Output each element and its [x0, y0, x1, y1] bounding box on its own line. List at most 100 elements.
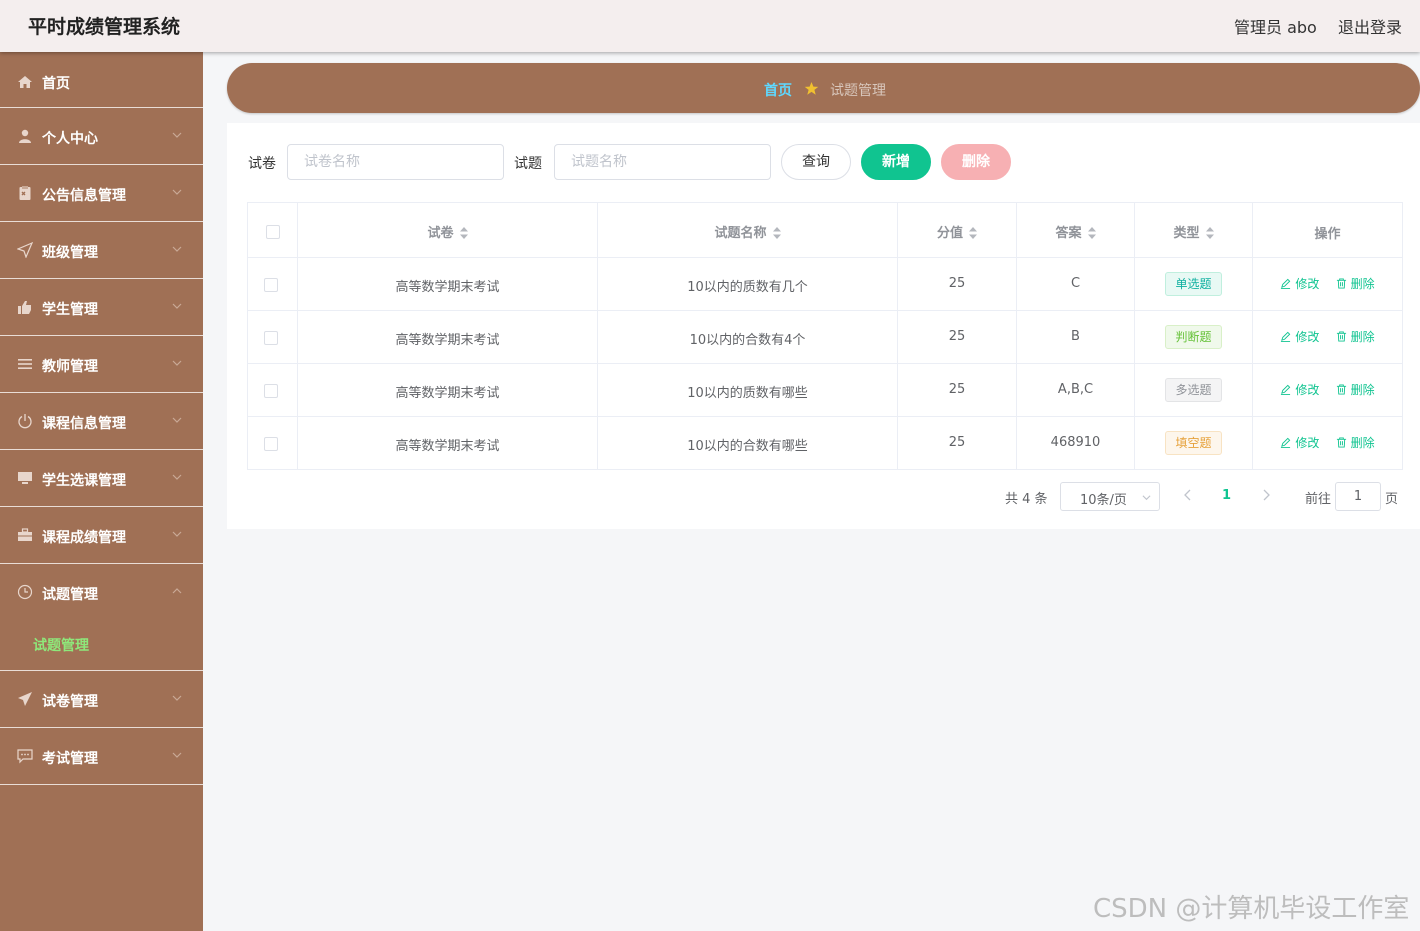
edit-button[interactable]: 修改 [1280, 381, 1319, 398]
clock-icon [17, 584, 33, 600]
cell-actions: 修改 删除 [1253, 311, 1402, 364]
sort-icon[interactable] [1087, 226, 1096, 239]
edit-button[interactable]: 修改 [1280, 434, 1319, 451]
send-icon [17, 242, 33, 258]
header-label: 试卷 [427, 226, 454, 241]
row-checkbox[interactable] [264, 331, 278, 345]
logout-link[interactable]: 退出登录 [1338, 14, 1402, 38]
sidebar-item-label: 课程成绩管理 [42, 530, 126, 546]
paper-search-input[interactable] [287, 144, 504, 180]
delete-button[interactable]: 删除 [1336, 328, 1375, 345]
query-button[interactable]: 查询 [781, 144, 851, 180]
cell-paper-text: 高等数学期末考试 [395, 439, 500, 454]
cell-question-text: 10以内的质数有哪些 [687, 386, 808, 401]
select-all-checkbox[interactable] [266, 225, 280, 239]
delete-label: 删除 [1350, 383, 1375, 397]
breadcrumb-home-link[interactable]: 首页 [764, 80, 792, 100]
question-search-input[interactable] [554, 144, 771, 180]
sidebar-item-exams[interactable]: 考试管理 [0, 728, 203, 785]
page-size-select[interactable]: 10条/页 [1060, 482, 1160, 511]
cell-type: 单选题 [1135, 258, 1253, 311]
goto-page-input[interactable] [1335, 482, 1381, 511]
user-icon [17, 128, 33, 144]
delete-button[interactable]: 删除 [1336, 381, 1375, 398]
cell-score-text: 25 [948, 329, 966, 344]
sidebar-item-label: 个人中心 [42, 131, 98, 147]
cell-answer-text: 468910 [1050, 435, 1101, 450]
chevron-right-icon [1263, 489, 1270, 501]
chevron-down-icon [172, 358, 182, 368]
cell-answer: C [1017, 258, 1135, 311]
sidebar-item-label: 教师管理 [42, 359, 98, 375]
sidebar-item-label: 学生管理 [42, 302, 98, 318]
sort-icon[interactable] [772, 226, 781, 239]
table-header-question[interactable]: 试题名称 [598, 203, 898, 258]
cell-type: 填空题 [1135, 417, 1253, 470]
page-number-current[interactable]: 1 [1222, 488, 1231, 503]
cell-answer: B [1017, 311, 1135, 364]
trash-icon [1336, 384, 1346, 395]
cell-paper-text: 高等数学期末考试 [395, 386, 500, 401]
row-checkbox[interactable] [264, 437, 278, 451]
sidebar-item-papers[interactable]: 试卷管理 [0, 671, 203, 728]
cell-question-text: 10以内的合数有4个 [689, 333, 806, 348]
trash-icon [1336, 278, 1346, 289]
prev-page-button[interactable] [1182, 488, 1194, 502]
cell-score-text: 25 [948, 276, 966, 291]
chevron-down-icon [1142, 495, 1151, 501]
sidebar-item-profile[interactable]: 个人中心 [0, 108, 203, 165]
next-page-button[interactable] [1260, 488, 1272, 502]
sidebar-item-courses[interactable]: 课程信息管理 [0, 393, 203, 450]
header-label: 操作 [1314, 227, 1341, 242]
sidebar-item-grades[interactable]: 课程成绩管理 [0, 507, 203, 564]
cell-score: 25 [898, 417, 1017, 470]
cell-question: 10以内的质数有几个 [598, 258, 898, 311]
table-header-type[interactable]: 类型 [1135, 203, 1253, 258]
cell-score: 25 [898, 311, 1017, 364]
sidebar-item-label: 课程信息管理 [42, 416, 126, 432]
sort-icon[interactable] [1205, 226, 1214, 239]
delete-button[interactable]: 删除 [1336, 275, 1375, 292]
table-header-select [248, 203, 298, 258]
cell-type: 多选题 [1135, 364, 1253, 417]
table-header-answer[interactable]: 答案 [1017, 203, 1135, 258]
question-type-tag: 多选题 [1165, 378, 1222, 402]
bulk-delete-button[interactable]: 删除 [941, 144, 1011, 180]
cell-answer-text: B [1071, 329, 1080, 344]
edit-icon [1281, 384, 1291, 395]
goto-label: 前往 [1305, 492, 1332, 507]
delete-button[interactable]: 删除 [1336, 434, 1375, 451]
sidebar-item-course-selection[interactable]: 学生选课管理 [0, 450, 203, 507]
sidebar-item-classes[interactable]: 班级管理 [0, 222, 203, 279]
sort-icon[interactable] [459, 226, 468, 239]
edit-button[interactable]: 修改 [1280, 328, 1319, 345]
sort-icon[interactable] [969, 226, 977, 239]
question-type-tag: 单选题 [1165, 272, 1222, 296]
question-type-tag: 填空题 [1165, 431, 1222, 455]
sidebar-item-label: 学生选课管理 [42, 473, 126, 489]
row-checkbox[interactable] [264, 278, 278, 292]
table-row [248, 364, 298, 417]
sidebar-subitem-question-management[interactable]: 试题管理 [0, 614, 203, 671]
cell-paper: 高等数学期末考试 [298, 311, 598, 364]
table-header-paper[interactable]: 试卷 [298, 203, 598, 258]
sidebar-item-announcements[interactable]: 公告信息管理 [0, 165, 203, 222]
sidebar: 首页 个人中心 公告信息管理 班级管理 学生管理 教师管理 课程信息管理 学生选… [0, 52, 203, 931]
briefcase-icon [17, 527, 33, 543]
sidebar-item-home[interactable]: 首页 [0, 52, 203, 108]
sidebar-item-label: 试题管理 [42, 587, 98, 603]
sidebar-item-questions[interactable]: 试题管理 [0, 564, 203, 614]
home-icon [17, 74, 33, 90]
sidebar-item-students[interactable]: 学生管理 [0, 279, 203, 336]
table-header-score[interactable]: 分值 [898, 203, 1017, 258]
page-size-value: 10条/页 [1080, 493, 1127, 508]
add-button[interactable]: 新增 [861, 144, 931, 180]
delete-label: 删除 [1350, 330, 1375, 344]
edit-button[interactable]: 修改 [1280, 275, 1319, 292]
chevron-down-icon [172, 244, 182, 254]
row-checkbox[interactable] [264, 384, 278, 398]
chevron-down-icon [172, 750, 182, 760]
pagination-total: 共 4 条 [1005, 492, 1048, 507]
cell-paper: 高等数学期末考试 [298, 258, 598, 311]
sidebar-item-teachers[interactable]: 教师管理 [0, 336, 203, 393]
